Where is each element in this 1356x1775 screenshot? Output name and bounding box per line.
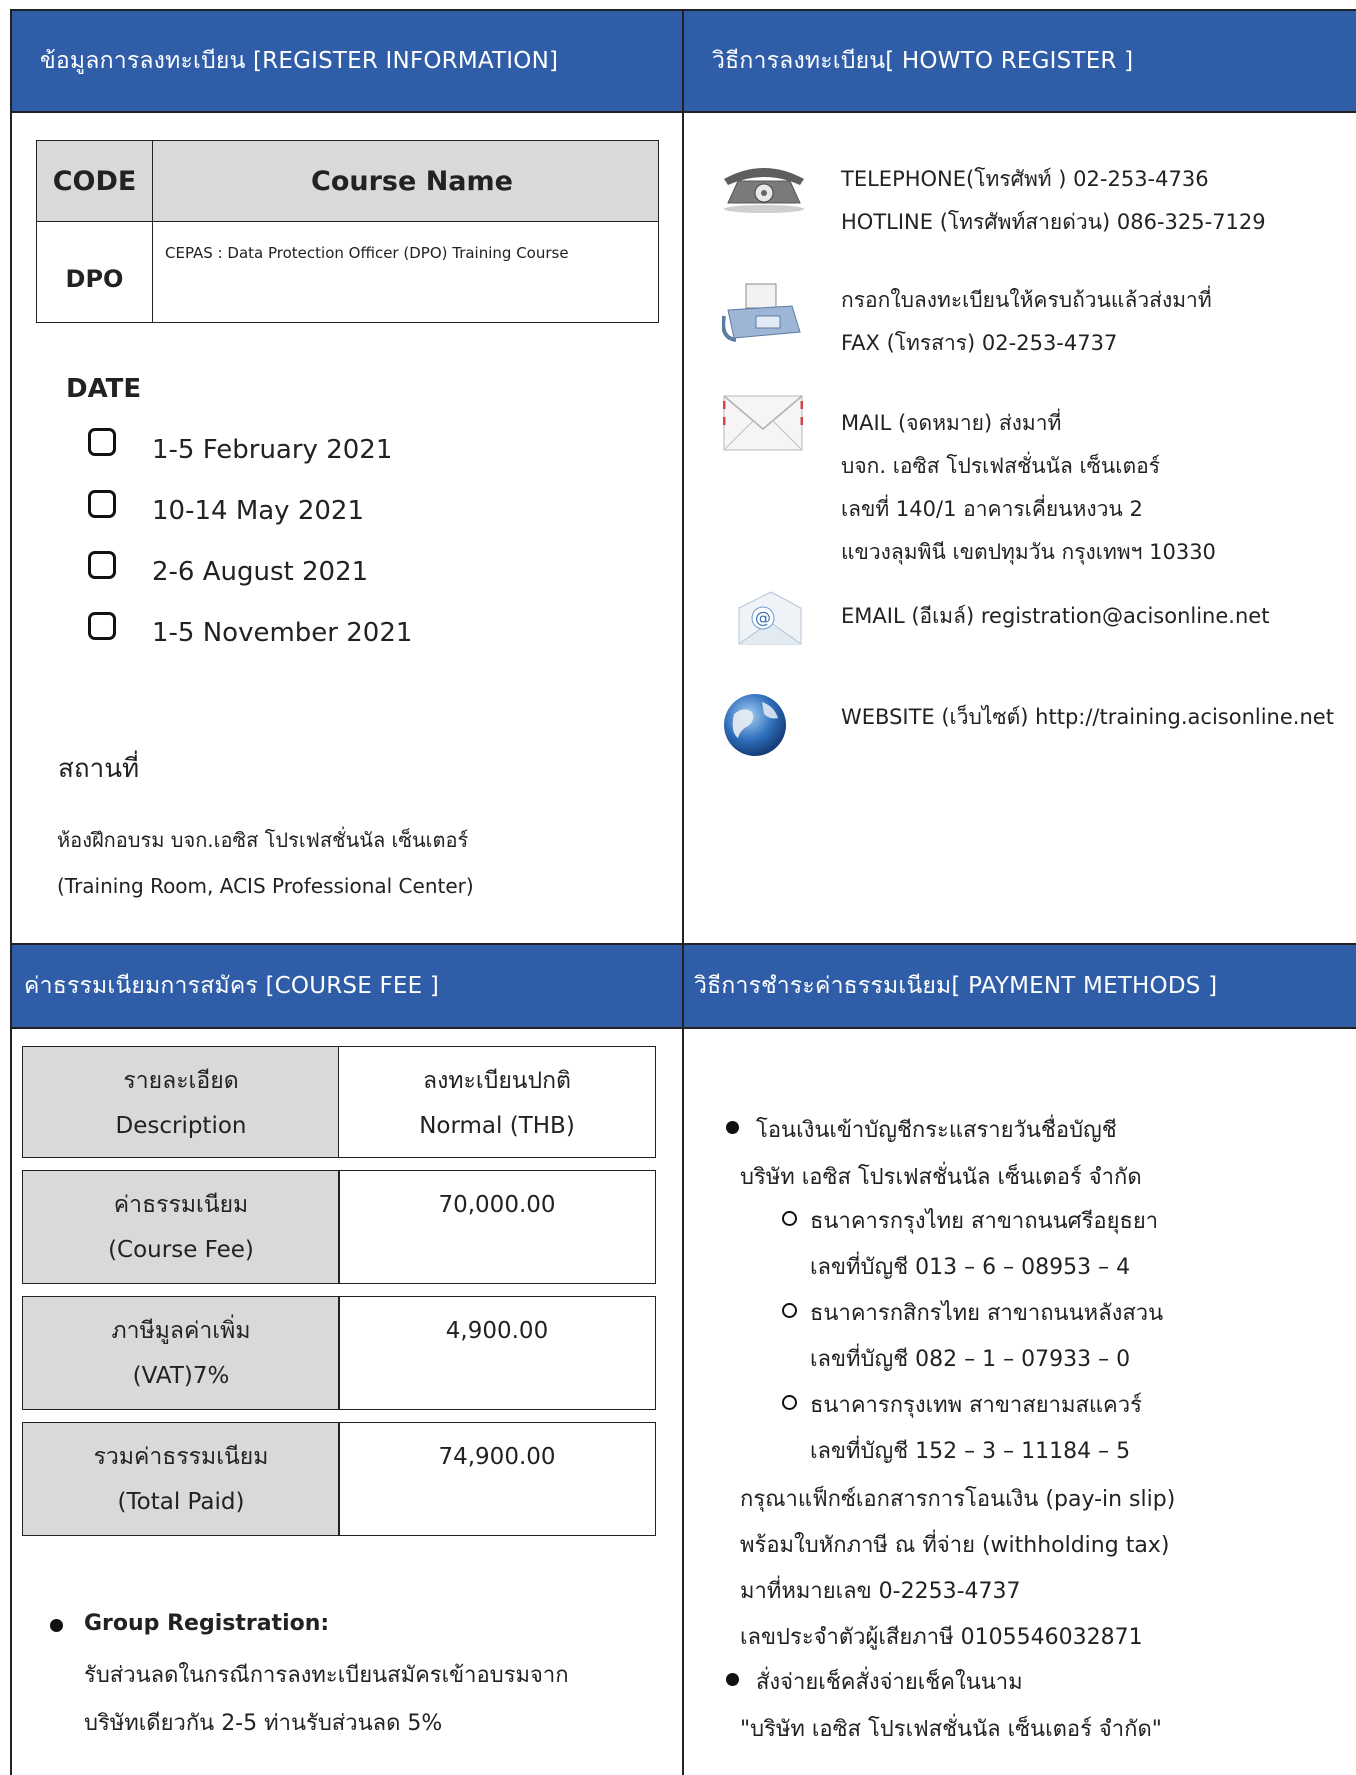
date-option: 2-6 August 2021 bbox=[152, 557, 369, 587]
course-code: DPO bbox=[36, 221, 153, 323]
website-line: WEBSITE (เว็บไซต์) http://training.aciso… bbox=[841, 705, 1334, 729]
fee-row-value: 4,900.00 bbox=[338, 1296, 656, 1410]
row-divider bbox=[10, 111, 1356, 113]
fee-label-en: (VAT)7% bbox=[132, 1363, 230, 1389]
venue-english: (Training Room, ACIS Professional Center… bbox=[57, 874, 474, 898]
fee-value: 70,000.00 bbox=[438, 1192, 556, 1218]
fee-label-th: ค่าธรรมเนียม bbox=[113, 1192, 249, 1218]
mail-line-4: แขวงลุมพินี เขตปทุมวัน กรุงเทพฯ 10330 bbox=[841, 540, 1216, 564]
fax-number: FAX (โทรสาร) 02-253-4737 bbox=[841, 331, 1118, 355]
fee-header-description-th: รายละเอียด bbox=[123, 1068, 239, 1094]
fax-instruction: กรอกใบลงทะเบียนให้ครบถ้วนแล้วส่งมาที่ bbox=[841, 288, 1212, 312]
fee-label-th: รวมค่าธรรมเนียม bbox=[93, 1444, 269, 1470]
fee-value: 4,900.00 bbox=[445, 1318, 549, 1344]
date-checkbox[interactable] bbox=[88, 551, 116, 579]
bank-account: เลขที่บัญชี 082 – 1 – 07933 – 0 bbox=[810, 1347, 1131, 1372]
sub-bullet-icon bbox=[782, 1395, 797, 1410]
fee-label-en: (Course Fee) bbox=[108, 1237, 254, 1263]
date-option: 1-5 November 2021 bbox=[152, 618, 413, 648]
fee-value: 74,900.00 bbox=[438, 1444, 556, 1470]
date-checkbox[interactable] bbox=[88, 428, 116, 456]
cheque-title: สั่งจ่ายเช็คสั่งจ่ายเช็คในนาม bbox=[756, 1670, 1023, 1695]
fee-label-th: ภาษีมูลค่าเพิ่ม bbox=[111, 1318, 251, 1344]
bank-name: ธนาคารกรุงไทย สาขาถนนศรีอยุธยา bbox=[810, 1209, 1159, 1234]
bullet-icon bbox=[726, 1673, 739, 1686]
globe-icon bbox=[722, 692, 788, 762]
fee-row-label: ค่าธรรมเนียม (Course Fee) bbox=[22, 1170, 340, 1284]
payment-note: เลขประจำตัวผู้เสียภาษี 0105546032871 bbox=[740, 1625, 1143, 1650]
transfer-company: บริษัท เอซิส โปรเฟสชั่นนัล เซ็นเตอร์ จำก… bbox=[740, 1165, 1142, 1190]
group-registration-title: Group Registration: bbox=[84, 1611, 330, 1636]
email-line: EMAIL (อีเมล์) registration@acisonline.n… bbox=[841, 604, 1270, 628]
code-column-header: CODE bbox=[36, 140, 153, 222]
fee-header-normal-en: Normal (THB) bbox=[419, 1113, 575, 1139]
bank-name: ธนาคารกสิกรไทย สาขาถนนหลังสวน bbox=[810, 1301, 1164, 1326]
fee-header-normal-th: ลงทะเบียนปกติ bbox=[423, 1068, 571, 1094]
course-name: CEPAS : Data Protection Officer (DPO) Tr… bbox=[152, 221, 659, 323]
email-icon: @ bbox=[735, 588, 805, 654]
cheque-payee: "บริษัท เอซิส โปรเฟสชั่นนัล เซ็นเตอร์ จำ… bbox=[740, 1717, 1162, 1742]
payment-note: พร้อมใบหักภาษี ณ ที่จ่าย (withholding ta… bbox=[740, 1533, 1170, 1558]
date-checkbox[interactable] bbox=[88, 490, 116, 518]
svg-text:@: @ bbox=[755, 608, 771, 627]
bank-account: เลขที่บัญชี 152 – 3 – 11184 – 5 bbox=[810, 1439, 1131, 1464]
telephone-line: TELEPHONE(โทรศัพท์ ) 02-253-4736 bbox=[841, 167, 1209, 191]
fee-header-description-en: Description bbox=[115, 1113, 247, 1139]
telephone-icon bbox=[718, 163, 810, 217]
bank-name: ธนาคารกรุงเทพ สาขาสยามสแควร์ bbox=[810, 1393, 1142, 1418]
fee-row-value: 70,000.00 bbox=[338, 1170, 656, 1284]
fee-header-normal: ลงทะเบียนปกติ Normal (THB) bbox=[338, 1046, 656, 1158]
fee-header-description: รายละเอียด Description bbox=[22, 1046, 340, 1158]
date-option: 10-14 May 2021 bbox=[152, 496, 364, 526]
sub-bullet-icon bbox=[782, 1211, 797, 1226]
fee-row-label: ภาษีมูลค่าเพิ่ม (VAT)7% bbox=[22, 1296, 340, 1410]
column-divider bbox=[682, 9, 684, 1775]
date-label: DATE bbox=[66, 374, 142, 404]
bullet-icon bbox=[50, 1619, 63, 1632]
transfer-title: โอนเงินเข้าบัญชีกระแสรายวันชื่อบัญชี bbox=[756, 1118, 1117, 1143]
course-name-column-header: Course Name bbox=[152, 140, 659, 222]
mail-line-1: MAIL (จดหมาย) ส่งมาที่ bbox=[841, 411, 1062, 435]
fax-icon bbox=[721, 280, 804, 352]
envelope-icon bbox=[722, 395, 804, 455]
bank-account: เลขที่บัญชี 013 – 6 – 08953 – 4 bbox=[810, 1255, 1131, 1280]
venue-label: สถานที่ bbox=[58, 754, 140, 784]
sub-bullet-icon bbox=[782, 1303, 797, 1318]
payment-methods-header: วิธีการชำระค่าธรรมเนียม[ PAYMENT METHODS… bbox=[684, 945, 1356, 1027]
venue-thai: ห้องฝึกอบรม บจก.เอซิส โปรเฟสชั่นนัล เซ็น… bbox=[57, 828, 469, 852]
mail-line-3: เลขที่ 140/1 อาคารเคี่ยนหงวน 2 bbox=[841, 497, 1143, 521]
group-registration-text: บริษัทเดียวกัน 2-5 ท่านรับส่วนลด 5% bbox=[84, 1711, 443, 1736]
how-to-register-header: วิธีการลงทะเบียน[ HOWTO REGISTER ] bbox=[684, 11, 1356, 111]
bullet-icon bbox=[726, 1121, 739, 1134]
date-option: 1-5 February 2021 bbox=[152, 435, 393, 465]
row-divider bbox=[10, 1027, 1356, 1029]
course-table: CODE Course Name DPO CEPAS : Data Protec… bbox=[36, 140, 659, 323]
fee-row-label: รวมค่าธรรมเนียม (Total Paid) bbox=[22, 1422, 340, 1536]
register-info-header: ข้อมูลการลงทะเบียน [REGISTER INFORMATION… bbox=[12, 11, 682, 111]
date-checkbox[interactable] bbox=[88, 612, 116, 640]
fee-row-value: 74,900.00 bbox=[338, 1422, 656, 1536]
mail-line-2: บจก. เอซิส โปรเฟสชั่นนัล เซ็นเตอร์ bbox=[841, 454, 1160, 478]
hotline-line: HOTLINE (โทรศัพท์สายด่วน) 086-325-7129 bbox=[841, 210, 1266, 234]
course-fee-header: ค่าธรรมเนียมการสมัคร [COURSE FEE ] bbox=[12, 945, 682, 1027]
group-registration-text: รับส่วนลดในกรณีการลงทะเบียนสมัครเข้าอบรม… bbox=[84, 1663, 569, 1688]
payment-note: กรุณาแฟ็กซ์เอกสารการโอนเงิน (pay-in slip… bbox=[740, 1487, 1176, 1512]
payment-note: มาที่หมายเลข 0-2253-4737 bbox=[740, 1579, 1021, 1604]
fee-label-en: (Total Paid) bbox=[117, 1489, 245, 1515]
